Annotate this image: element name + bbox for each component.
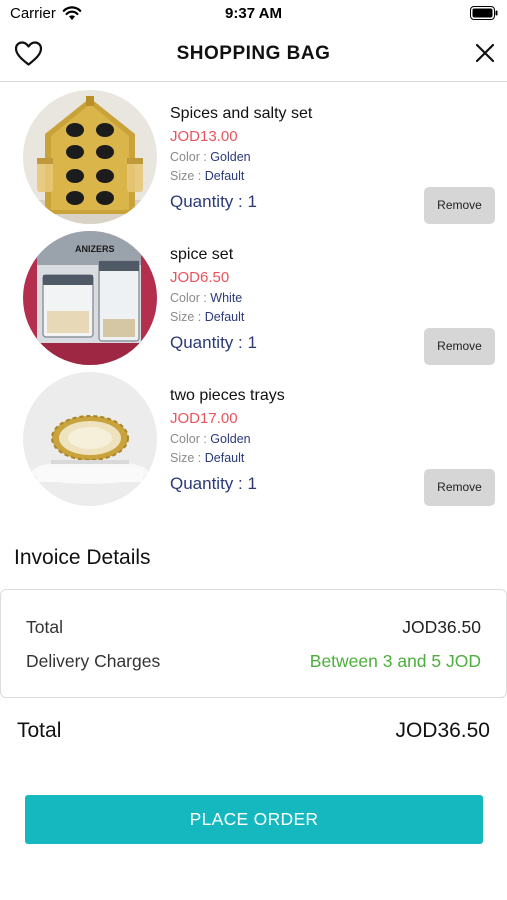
cart-item: Spices and salty set JOD13.00 Color : Go… (0, 90, 507, 230)
product-size: Size : Default (170, 310, 244, 324)
product-price: JOD13.00 (170, 128, 238, 145)
remove-button[interactable]: Remove (424, 469, 495, 506)
size-label: Size : (170, 169, 205, 183)
product-quantity[interactable]: Quantity : 1 (170, 333, 257, 353)
product-quantity[interactable]: Quantity : 1 (170, 474, 257, 494)
delivery-charges-label: Delivery Charges (26, 651, 161, 671)
product-color: Color : White (170, 291, 242, 305)
size-value: Default (204, 451, 245, 465)
product-name: spice set (170, 246, 234, 263)
grand-total-label: Total (17, 719, 62, 742)
remove-button[interactable]: Remove (424, 328, 495, 365)
remove-button[interactable]: Remove (424, 187, 495, 224)
close-icon[interactable] (474, 42, 496, 64)
size-value: Default (204, 169, 245, 183)
page-title: SHOPPING BAG (176, 43, 331, 64)
product-image[interactable] (23, 372, 157, 506)
product-color: Color : Golden (170, 150, 251, 164)
color-value: Golden (210, 150, 251, 164)
invoice-total-value: JOD36.50 (402, 617, 481, 637)
product-size: Size : Default (170, 169, 244, 183)
product-name: two pieces trays (170, 387, 285, 404)
invoice-heading: Invoice Details (14, 546, 151, 569)
invoice-card: Total JOD36.50 Delivery Charges Between … (0, 589, 507, 698)
color-label: Color : (170, 291, 211, 305)
battery-icon (470, 6, 498, 20)
product-size: Size : Default (170, 451, 244, 465)
size-value: Default (204, 310, 245, 324)
cart-item: ANIZERS spice set JOD6.50 Color : White … (0, 231, 507, 371)
product-image[interactable]: ANIZERS (23, 231, 157, 365)
cart-item: two pieces trays JOD17.00 Color : Golden… (0, 372, 507, 512)
color-label: Color : (170, 150, 211, 164)
product-price: JOD6.50 (170, 269, 230, 286)
place-order-button[interactable]: PLACE ORDER (25, 795, 483, 844)
product-color: Color : Golden (170, 432, 251, 446)
status-bar: Carrier 9:37 AM (0, 0, 507, 28)
size-label: Size : (170, 310, 205, 324)
product-image[interactable] (23, 90, 157, 224)
product-quantity[interactable]: Quantity : 1 (170, 192, 257, 212)
delivery-charges-value: Between 3 and 5 JOD (309, 651, 481, 671)
invoice-total-label: Total (26, 617, 63, 637)
color-value: Golden (210, 432, 251, 446)
product-name: Spices and salty set (170, 105, 313, 122)
color-label: Color : (170, 432, 211, 446)
product-price: JOD17.00 (170, 410, 238, 427)
navigation-bar: SHOPPING BAG (0, 28, 507, 82)
size-label: Size : (170, 451, 205, 465)
color-value: White (210, 291, 243, 305)
grand-total-value: JOD36.50 (395, 719, 490, 742)
status-time: 9:37 AM (225, 5, 282, 22)
packaging-brand-text: ANIZERS (75, 244, 115, 254)
